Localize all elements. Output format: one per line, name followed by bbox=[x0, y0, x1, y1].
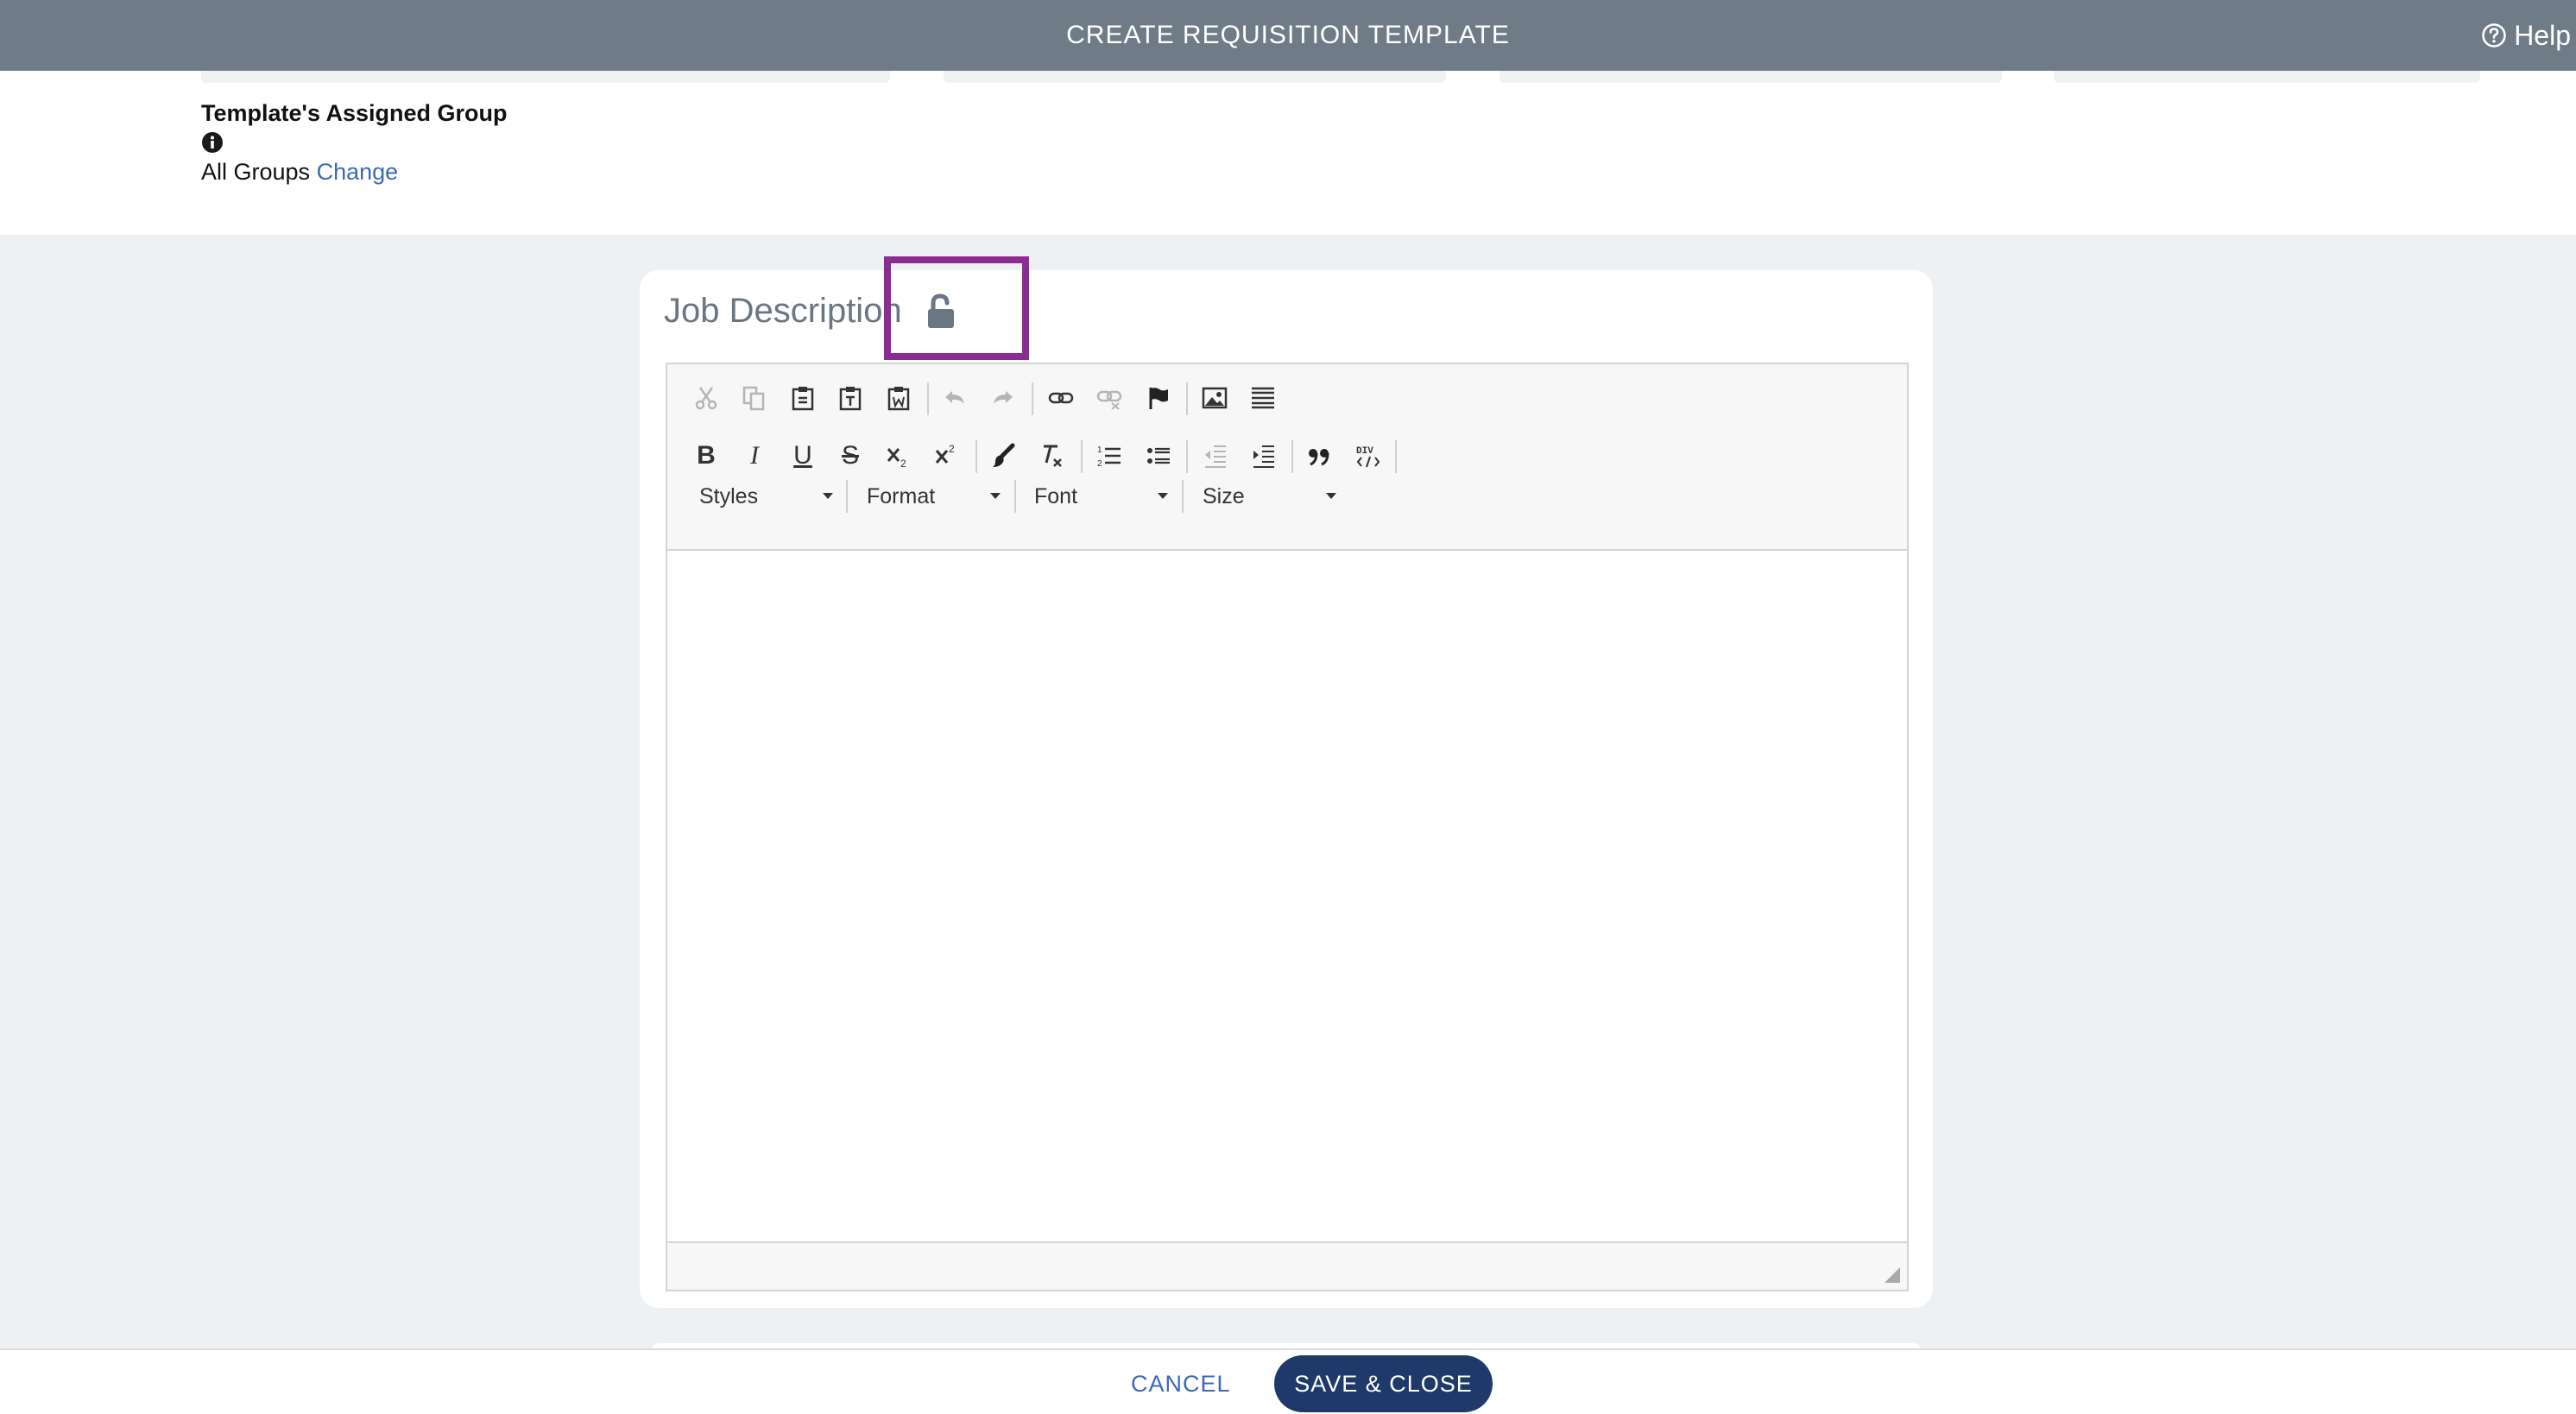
toolbar-separator bbox=[975, 440, 977, 473]
toolbar-separator bbox=[1014, 480, 1016, 513]
top-bar: CREATE REQUISITION TEMPLATE Help bbox=[0, 0, 2576, 71]
remove-format-icon[interactable] bbox=[1035, 439, 1070, 473]
chevron-down-icon bbox=[990, 493, 1001, 499]
superscript-icon[interactable]: 2 bbox=[930, 439, 964, 473]
size-dropdown[interactable]: Size bbox=[1203, 477, 1336, 515]
template-settings-section bbox=[0, 71, 2576, 235]
cut-icon[interactable] bbox=[689, 381, 723, 415]
subscript-icon[interactable]: 2 bbox=[881, 439, 916, 473]
field-stub bbox=[1500, 71, 2002, 83]
paste-icon[interactable] bbox=[786, 381, 820, 415]
help-icon bbox=[2482, 23, 2506, 47]
paste-word-icon[interactable] bbox=[881, 381, 916, 415]
underline-icon[interactable]: U bbox=[786, 439, 820, 473]
unlink-icon[interactable] bbox=[1092, 381, 1127, 415]
outdent-icon[interactable] bbox=[1197, 439, 1232, 473]
chevron-down-icon bbox=[1158, 493, 1168, 499]
copy-icon[interactable] bbox=[736, 381, 771, 415]
highlight-box bbox=[884, 256, 1029, 360]
editor-content-area[interactable] bbox=[667, 551, 1907, 1241]
paste-text-icon[interactable] bbox=[833, 381, 868, 415]
styles-dropdown[interactable]: Styles bbox=[699, 477, 833, 515]
job-description-title: Job Description bbox=[664, 292, 902, 330]
blockquote-icon[interactable] bbox=[1302, 439, 1336, 473]
svg-text:1: 1 bbox=[1097, 445, 1102, 455]
font-dropdown[interactable]: Font bbox=[1034, 477, 1168, 515]
field-stub bbox=[201, 71, 890, 83]
indent-icon[interactable] bbox=[1246, 439, 1280, 473]
format-label: Format bbox=[867, 483, 936, 508]
bulleted-list-icon[interactable] bbox=[1141, 439, 1176, 473]
italic-icon[interactable]: I bbox=[737, 439, 772, 473]
redo-icon[interactable] bbox=[986, 381, 1020, 415]
undo-icon[interactable] bbox=[938, 381, 972, 415]
font-label: Font bbox=[1034, 483, 1078, 508]
strike-icon[interactable]: S bbox=[833, 439, 868, 473]
cancel-button[interactable]: CANCEL bbox=[1131, 1357, 1231, 1411]
assigned-group-value: All Groups Change bbox=[201, 159, 398, 186]
toolbar-separator bbox=[1186, 382, 1188, 415]
page-title: CREATE REQUISITION TEMPLATE bbox=[1066, 21, 1510, 49]
format-dropdown[interactable]: Format bbox=[867, 477, 1001, 515]
toolbar-separator bbox=[1291, 440, 1293, 473]
link-icon[interactable] bbox=[1044, 381, 1078, 415]
field-stub bbox=[944, 71, 1446, 83]
copy-format-icon[interactable] bbox=[986, 439, 1020, 473]
anchor-icon[interactable] bbox=[1141, 381, 1176, 415]
chevron-down-icon bbox=[823, 493, 833, 499]
assigned-group-name: All Groups bbox=[201, 159, 311, 185]
bold-icon[interactable]: B bbox=[689, 439, 723, 473]
div-container-icon[interactable]: DIV bbox=[1351, 439, 1386, 473]
info-icon[interactable] bbox=[201, 131, 224, 154]
numbered-list-icon[interactable]: 12 bbox=[1092, 439, 1127, 473]
image-icon[interactable] bbox=[1197, 381, 1232, 415]
svg-text:2: 2 bbox=[900, 458, 906, 470]
assigned-group-label: Template's Assigned Group bbox=[201, 100, 508, 126]
help-label: Help bbox=[2514, 19, 2571, 51]
resize-handle[interactable] bbox=[1885, 1267, 1900, 1283]
svg-text:DIV: DIV bbox=[1356, 446, 1373, 457]
toolbar-separator bbox=[1395, 440, 1397, 473]
toolbar-separator bbox=[1182, 480, 1184, 513]
toolbar-separator bbox=[1186, 440, 1188, 473]
help-link[interactable]: Help bbox=[2481, 0, 2571, 71]
toolbar-separator bbox=[1081, 440, 1083, 473]
change-group-link[interactable]: Change bbox=[317, 159, 399, 185]
toolbar-separator bbox=[927, 382, 929, 415]
size-label: Size bbox=[1203, 483, 1245, 508]
svg-text:2: 2 bbox=[1097, 459, 1102, 469]
save-close-button[interactable]: SAVE & CLOSE bbox=[1274, 1355, 1493, 1412]
field-stub bbox=[2054, 71, 2480, 83]
chevron-down-icon bbox=[1326, 493, 1336, 499]
toolbar-separator bbox=[1032, 382, 1033, 415]
horizontal-rule-icon[interactable] bbox=[1246, 381, 1280, 415]
styles-label: Styles bbox=[699, 483, 759, 508]
toolbar-separator bbox=[846, 480, 848, 513]
svg-text:2: 2 bbox=[949, 443, 955, 455]
editor-statusbar bbox=[667, 1241, 1907, 1290]
